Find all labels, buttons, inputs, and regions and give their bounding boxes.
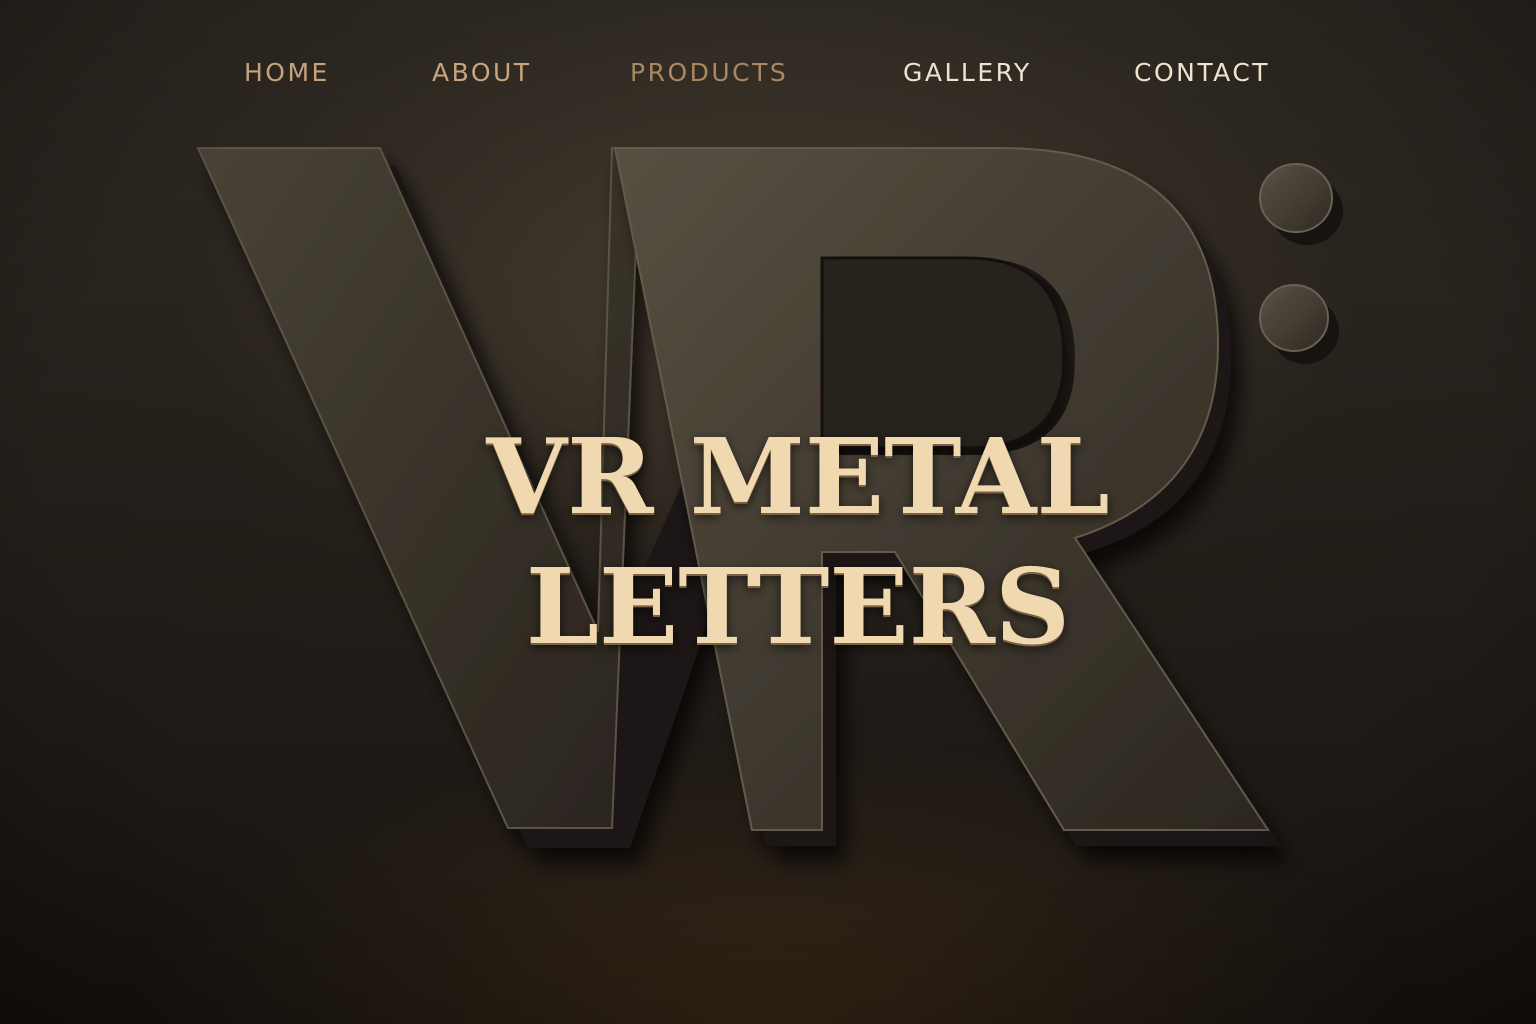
nav-home-link[interactable]: HOME — [244, 58, 330, 87]
nav-gallery-link[interactable]: GALLERY — [903, 58, 1032, 87]
page: HOME ABOUT PRODUCTS GALLERY CONTACT VR M… — [0, 0, 1536, 1024]
hero-headline-line-1: VR METAL — [486, 415, 1110, 538]
nav-about-link[interactable]: ABOUT — [432, 58, 532, 87]
hero-headline-line-2: LETTERS — [525, 545, 1071, 668]
emblem-colon-dots — [1259, 163, 1343, 364]
nav-contact-link[interactable]: CONTACT — [1134, 58, 1270, 87]
main-nav: HOME ABOUT PRODUCTS GALLERY CONTACT — [0, 0, 1536, 150]
nav-products-link[interactable]: PRODUCTS — [630, 58, 788, 87]
hero-headline: VR METAL LETTERS — [368, 412, 1228, 672]
